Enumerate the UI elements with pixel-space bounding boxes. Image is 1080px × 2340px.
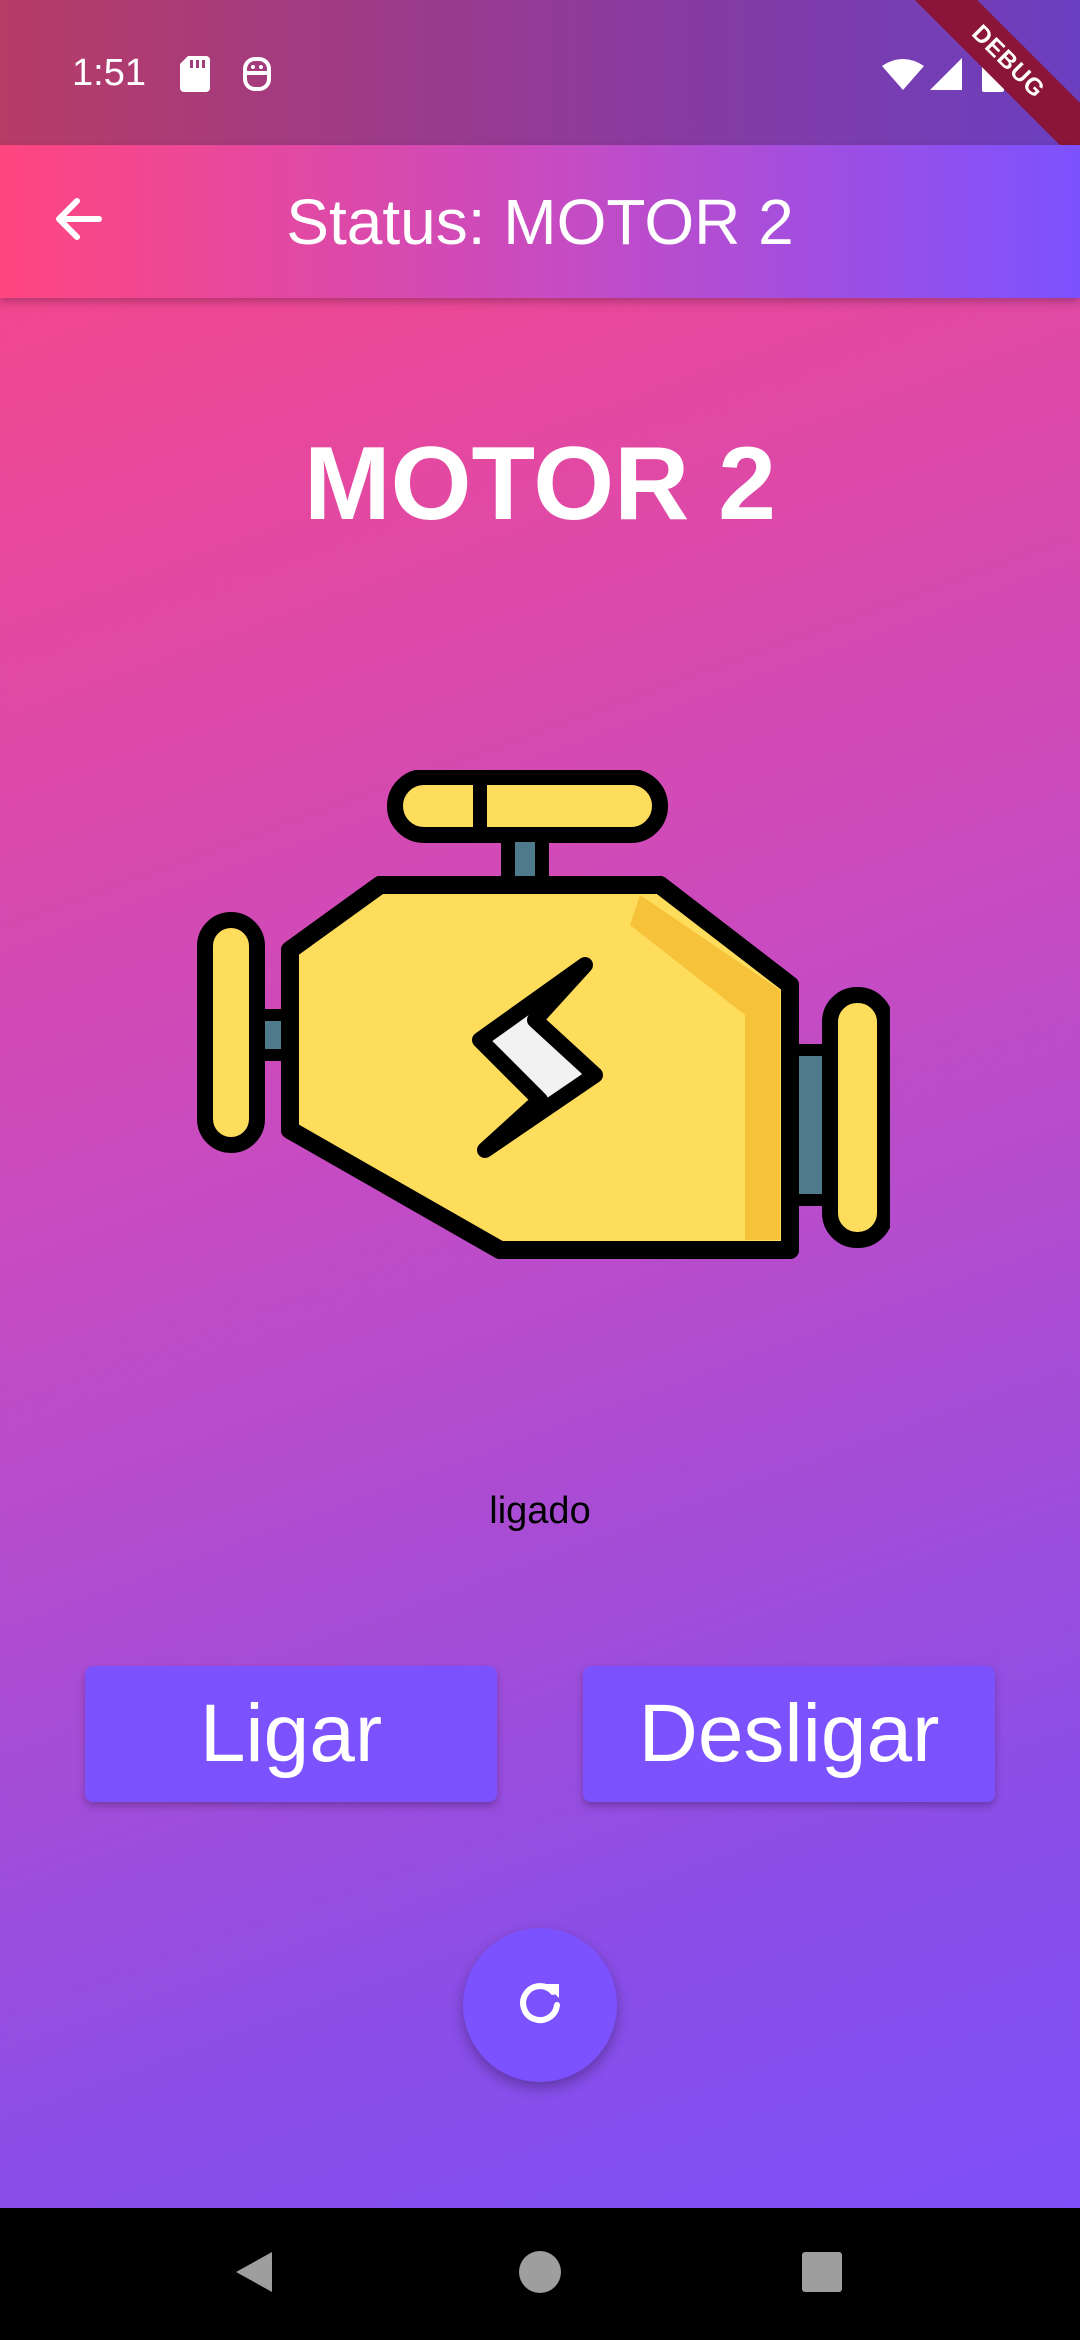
recents-square-icon[interactable] (800, 2248, 844, 2301)
turn-on-button[interactable]: Ligar (85, 1666, 497, 1802)
home-circle-icon[interactable] (518, 2248, 562, 2301)
motor-status-text: ligado (489, 1490, 591, 1532)
wifi-icon (882, 58, 924, 95)
status-time: 1:51 (72, 52, 146, 94)
back-triangle-icon[interactable] (232, 2248, 276, 2301)
refresh-icon (515, 1978, 565, 2033)
status-bar: 1:51 DEBUG (0, 0, 1080, 170)
refresh-button[interactable] (463, 1928, 617, 2082)
motor-heading: MOTOR 2 (304, 426, 776, 542)
app-bar-title: Status: MOTOR 2 (286, 186, 794, 258)
sd-card-icon (180, 56, 210, 97)
turn-off-button[interactable]: Desligar (583, 1666, 995, 1802)
engine-icon (190, 769, 893, 1270)
system-nav-bar (0, 2208, 1080, 2340)
app-bar: Status: MOTOR 2 (0, 145, 1080, 298)
signal-icon (930, 58, 962, 95)
notification-icon (242, 56, 272, 97)
